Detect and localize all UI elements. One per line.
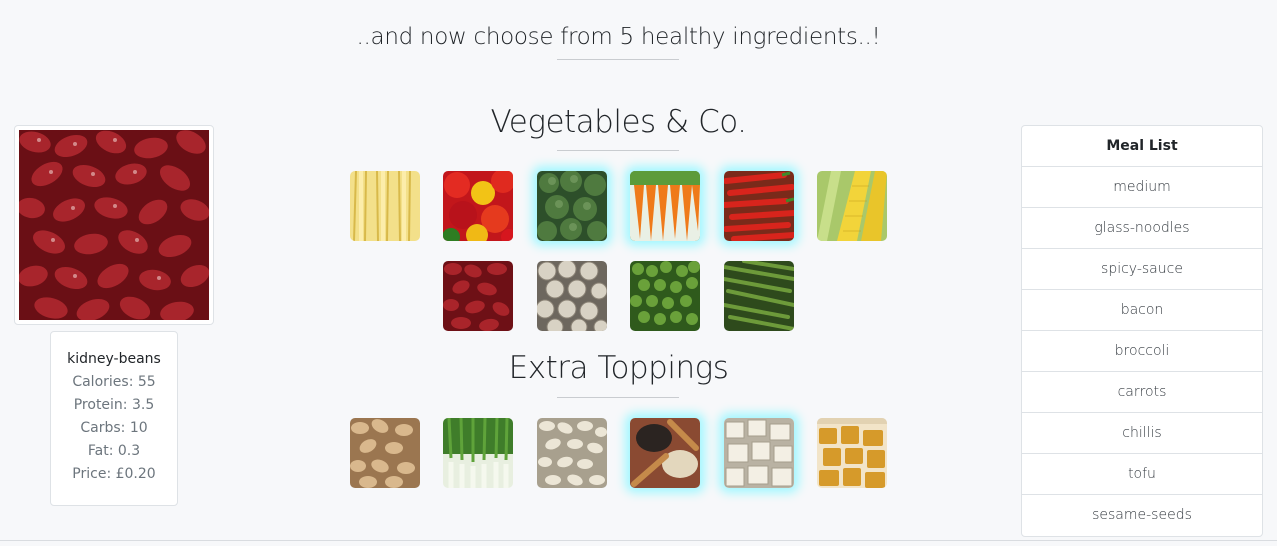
nutrition-card: kidney-beans Calories: 55 Protein: 3.5 C… xyxy=(50,331,178,506)
topping-tile-cashews[interactable] xyxy=(350,418,420,488)
protein-value: Protein: 3.5 xyxy=(73,397,155,413)
page-headline: ..and now choose from 5 healthy ingredie… xyxy=(356,24,881,50)
fat-value: Fat: 0.3 xyxy=(87,443,141,459)
ingredient-tile-kidney-beans[interactable] xyxy=(443,261,513,331)
topping-tile-white-beans[interactable] xyxy=(537,418,607,488)
peppers-image xyxy=(443,171,513,241)
topping-tile-fried-tofu[interactable] xyxy=(817,418,887,488)
price-value: Price: £0.20 xyxy=(72,466,156,482)
meal-list-item: tofu xyxy=(1022,454,1262,495)
meal-list-item: broccoli xyxy=(1022,331,1262,372)
carrots-image xyxy=(630,171,700,241)
ingredient-tile-carrots[interactable] xyxy=(630,171,700,241)
meal-list-item: glass-noodles xyxy=(1022,208,1262,249)
meal-list-item: chillis xyxy=(1022,413,1262,454)
topping-tile-tofu[interactable] xyxy=(724,418,794,488)
peas-image xyxy=(630,261,700,331)
toppings-divider xyxy=(557,397,679,398)
ingredient-tile-green-beans[interactable] xyxy=(724,261,794,331)
baby-corn-image xyxy=(350,171,420,241)
meal-list-item: spicy-sauce xyxy=(1022,249,1262,290)
vegetables-divider xyxy=(557,150,679,151)
fried-tofu-image xyxy=(817,418,887,488)
ingredient-tile-broccoli[interactable] xyxy=(537,171,607,241)
ingredient-name: kidney-beans xyxy=(67,351,161,367)
topping-tile-spring-onions[interactable] xyxy=(443,418,513,488)
page-bottom-divider xyxy=(0,540,1277,541)
meal-list-item: bacon xyxy=(1022,290,1262,331)
spring-onions-image xyxy=(443,418,513,488)
meal-list-item: medium xyxy=(1022,167,1262,208)
carbs-value: Carbs: 10 xyxy=(80,420,148,436)
kidney-beans-preview-image xyxy=(19,130,209,320)
ingredient-preview xyxy=(14,125,214,325)
cashews-image xyxy=(350,418,420,488)
meal-list-item: sesame-seeds xyxy=(1092,507,1192,523)
meal-list-title: Meal List xyxy=(1022,126,1262,167)
chillis-image xyxy=(724,171,794,241)
headline-divider xyxy=(557,59,679,60)
ingredient-tile-sweetcorn[interactable] xyxy=(817,171,887,241)
ingredient-tile-mushrooms[interactable] xyxy=(537,261,607,331)
ingredient-tile-peas[interactable] xyxy=(630,261,700,331)
calories-value: Calories: 55 xyxy=(72,374,156,390)
white-beans-image xyxy=(537,418,607,488)
ingredient-tile-baby-corn[interactable] xyxy=(350,171,420,241)
sesame-seeds-image xyxy=(630,418,700,488)
ingredient-tile-peppers[interactable] xyxy=(443,171,513,241)
green-beans-image xyxy=(724,261,794,331)
sweetcorn-image xyxy=(817,171,887,241)
tofu-image xyxy=(724,418,794,488)
mushrooms-image xyxy=(537,261,607,331)
topping-tile-sesame-seeds[interactable] xyxy=(630,418,700,488)
kidney-beans-image xyxy=(443,261,513,331)
meal-list: Meal List medium glass-noodles spicy-sau… xyxy=(1021,125,1263,537)
broccoli-image xyxy=(537,171,607,241)
meal-list-item: carrots xyxy=(1022,372,1262,413)
ingredient-tile-chillis[interactable] xyxy=(724,171,794,241)
